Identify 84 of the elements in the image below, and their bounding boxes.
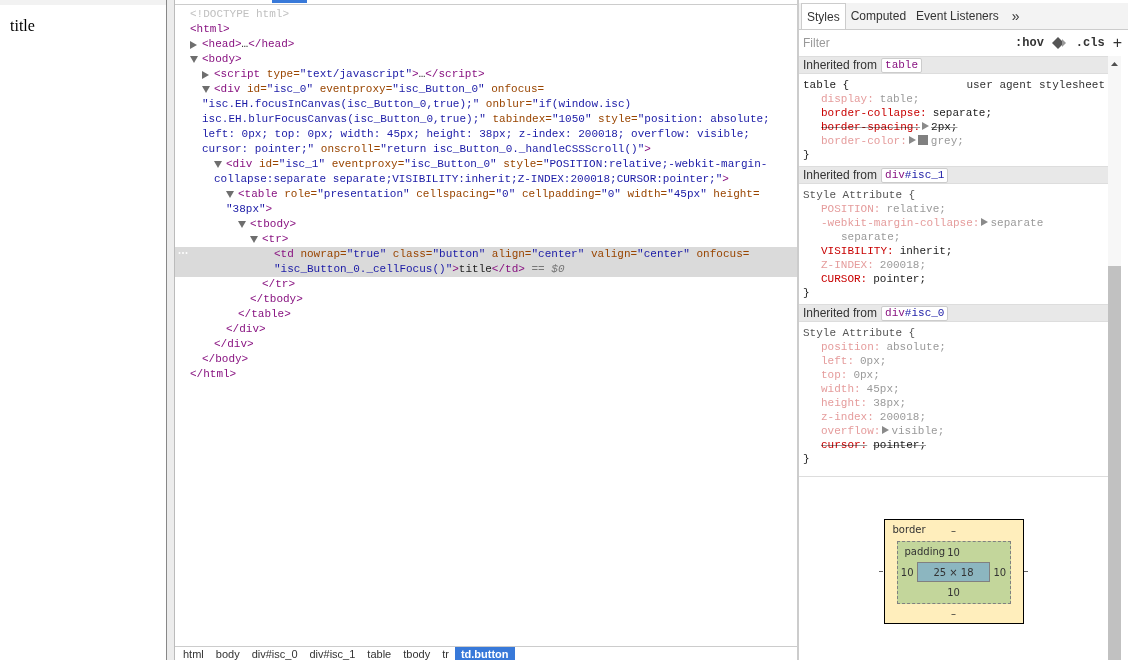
breadcrumb[interactable]: div#isc_0 <box>245 647 304 660</box>
more-tabs-button[interactable]: » <box>1003 3 1028 29</box>
box-value: 10 <box>992 566 1008 578</box>
box-value: 10 <box>899 566 915 578</box>
breadcrumb[interactable]: td.button <box>454 647 515 660</box>
dom-code-line[interactable]: <div id="isc_1" eventproxy="isc_Button_0" style="POSITION:relative;-webkit-margin- <box>226 157 768 172</box>
dom-code-line[interactable]: </tbody> <box>250 293 303 305</box>
dom-code-line[interactable]: collapse:separate separate;VISIBILITY:inherit;Z-INDEX:200018;CURSOR:pointer;"> <box>214 173 729 185</box>
rule-brace: } <box>803 287 810 299</box>
css-property[interactable]: border-collapse: separate; <box>803 106 1108 120</box>
dom-code-line[interactable]: isc.EH.blurFocusCanvas(isc_Button_0,true);" tabindex="1050" style="position: absolute; <box>202 113 770 125</box>
panel-tab[interactable]: Event Listeners <box>911 3 1004 29</box>
dom-code-line[interactable]: <head>…</head> <box>202 37 295 52</box>
breadcrumb[interactable]: html <box>177 647 210 660</box>
css-property[interactable]: cursor: pointer; <box>803 438 1108 452</box>
collapse-icon[interactable] <box>250 236 258 243</box>
dom-code-line[interactable]: </div> <box>226 323 266 335</box>
add-rule-button[interactable]: + <box>1112 34 1122 52</box>
dom-code-line[interactable]: <tr> <box>262 232 289 247</box>
dom-code-line[interactable]: "isc_Button_0._cellFocus()">title</td> == $0 <box>274 263 565 275</box>
hover-state-button[interactable]: :hov <box>1015 36 1044 50</box>
box-value: – <box>878 565 884 576</box>
dom-code-line[interactable]: </div> <box>214 338 254 350</box>
box-label: padding <box>904 546 946 557</box>
box-value: – <box>1023 565 1029 576</box>
box-value: – <box>951 525 956 536</box>
filter-field[interactable]: Filter <box>803 36 1008 50</box>
collapse-icon[interactable] <box>226 191 234 198</box>
rule-origin: user agent stylesheet <box>966 78 1105 92</box>
collapse-icon[interactable] <box>214 161 222 168</box>
expand-icon[interactable] <box>922 122 930 130</box>
element-link[interactable]: div#isc_0 <box>881 305 949 321</box>
box-value: 10 <box>947 587 960 598</box>
dom-code-line[interactable]: <td nowrap="true" class="button" align="center" valign="center" onfocus= <box>274 247 750 262</box>
breadcrumb[interactable]: div#isc_1 <box>303 647 362 660</box>
box-value: 10 <box>947 546 960 558</box>
box-value: – <box>951 608 956 619</box>
dom-code-line[interactable]: <script type="text/javascript">…</script> <box>214 67 485 82</box>
class-button[interactable]: .cls <box>1075 36 1105 50</box>
panel-tab[interactable]: Styles <box>801 3 846 29</box>
page-text: title <box>10 17 35 35</box>
rule-selector: Style Attribute { <box>803 326 916 340</box>
rule-brace: } <box>803 453 810 465</box>
splitter[interactable] <box>166 0 175 660</box>
inherited-label: Inherited from <box>803 168 878 182</box>
element-link[interactable]: table <box>881 57 923 73</box>
collapse-icon[interactable] <box>238 221 246 228</box>
dom-code-line[interactable]: <html> <box>190 22 230 37</box>
rule-selector: table { <box>803 78 850 92</box>
dom-code-line[interactable]: cursor: pointer;" onscroll="return isc_Button_0._handleCSSScroll()"> <box>202 143 651 155</box>
breadcrumb[interactable]: tr <box>436 647 455 660</box>
dom-code-line[interactable]: <div id="isc_0" eventproxy="isc_Button_0" onfocus= <box>214 82 545 97</box>
breadcrumb[interactable]: tbody <box>397 647 437 660</box>
dom-code-line[interactable]: "isc.EH.focusInCanvas(isc_Button_0,true);" onblur="if(window.isc) <box>202 98 632 110</box>
css-property[interactable]: border-spacing: 2px; <box>803 120 1108 134</box>
inherited-label: Inherited from <box>803 306 878 320</box>
box-label: border <box>892 524 926 535</box>
dom-code-line[interactable]: <table role="presentation" cellspacing="0" cellpadding="0" width="45px" height= <box>238 187 760 202</box>
breadcrumb[interactable]: body <box>209 647 246 660</box>
dom-code-line[interactable]: </html> <box>190 368 237 380</box>
collapse-icon[interactable] <box>190 56 198 63</box>
collapse-icon[interactable] <box>202 86 210 93</box>
element-link[interactable]: div#isc_1 <box>881 167 949 183</box>
breadcrumb[interactable]: table <box>361 647 398 660</box>
scrollbar[interactable] <box>1108 56 1121 660</box>
inherited-label: Inherited from <box>803 58 878 72</box>
expand-icon[interactable] <box>202 70 209 79</box>
dom-code-line[interactable]: <tbody> <box>250 217 297 232</box>
scroll-up-icon[interactable] <box>1111 62 1118 66</box>
dom-code-line[interactable]: </body> <box>202 353 249 365</box>
dom-code-line[interactable]: "38px"> <box>226 203 273 215</box>
color-format-icon[interactable] <box>1051 37 1068 49</box>
css-property[interactable]: VISIBILITY: inherit; <box>803 244 1108 258</box>
dom-code-line[interactable]: left: 0px; top: 0px; width: 45px; height: 38px; z-index: 200018; overflow: visible; <box>202 128 750 140</box>
tab-indicator <box>272 0 307 3</box>
rule-brace: } <box>803 149 810 161</box>
dom-code-line[interactable]: <body> <box>202 52 242 67</box>
panel-tab[interactable]: Computed <box>845 3 912 29</box>
expand-icon[interactable] <box>190 40 197 49</box>
dom-code-line[interactable]: </table> <box>238 308 291 320</box>
css-property[interactable]: CURSOR: pointer; <box>803 272 1108 286</box>
rule-selector: Style Attribute { <box>803 188 916 202</box>
content-box-size: 25 × 18 <box>916 562 991 582</box>
dom-code-line[interactable]: </tr> <box>262 278 295 290</box>
